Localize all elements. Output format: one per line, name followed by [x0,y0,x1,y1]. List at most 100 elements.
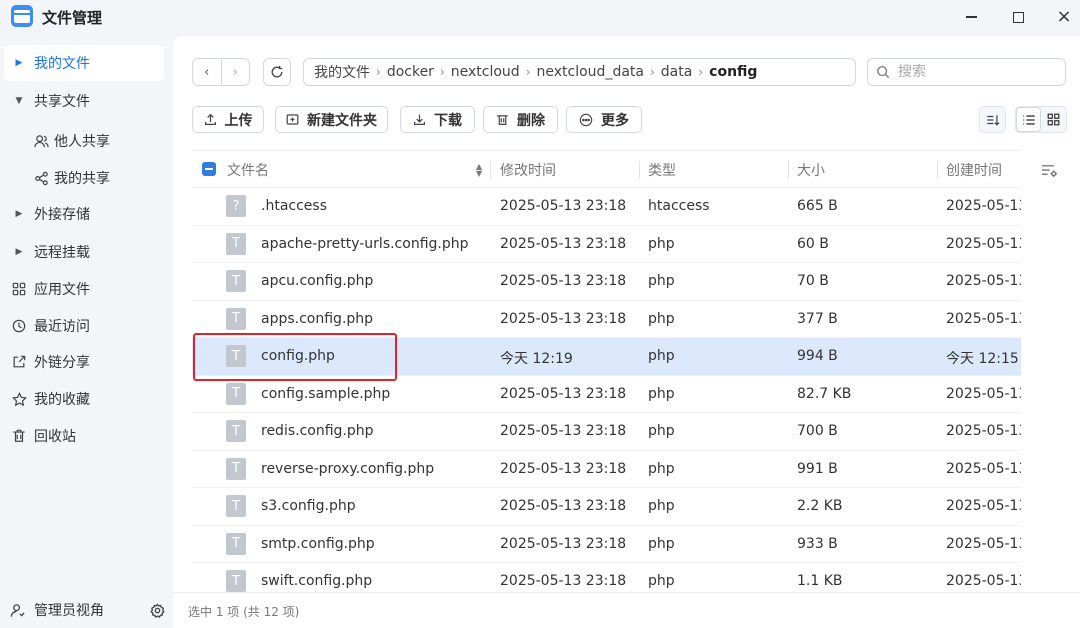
file-ctime: 2025-05-13 [946,198,1021,214]
file-size: 60 B [797,235,829,252]
upload-button[interactable]: 上传 [192,106,264,133]
text-file-icon: T [226,495,246,517]
header-ctime[interactable]: 创建时间 [946,160,1002,180]
header-size[interactable]: 大小 [797,160,825,180]
file-size: 1.1 KB [797,573,843,589]
minimize-button[interactable] [956,4,986,30]
forward-button[interactable]: › [220,59,250,85]
file-size: 70 B [797,273,829,289]
sidebar-item-remote-mount[interactable]: ▶ 远程挂载 [4,234,164,270]
text-file-icon: T [226,382,246,405]
column-divider[interactable] [937,161,938,179]
close-button[interactable]: × [1049,4,1079,30]
view-mode-toggle [1015,106,1067,133]
more-icon [579,113,593,126]
sidebar-item-label: 我的共享 [54,171,110,187]
table-row-selected[interactable]: T config.php 今天 12:19 php 994 B 今天 12:15 [192,338,1021,376]
file-ctime: 2025-05-13 [946,460,1021,477]
sidebar-item-app-files[interactable]: 应用文件 [4,271,164,307]
sidebar-item-shared-with-me[interactable]: 他人共享 [28,123,164,159]
download-icon [414,114,425,125]
sidebar-item-label: 共享文件 [34,94,90,110]
file-mtime: 2025-05-13 23:18 [500,423,627,439]
search-input[interactable] [898,64,1048,80]
maximize-icon [1012,11,1024,23]
text-file-icon: T [226,420,246,442]
file-name: apcu.config.php [261,273,374,289]
column-settings-button[interactable] [1041,163,1058,182]
breadcrumb: 我的文件 › docker › nextcloud › nextcloud_data ›… [303,58,856,86]
new-folder-label: 新建文件夹 [307,112,377,129]
sidebar-item-trash[interactable]: 回收站 [4,418,164,454]
table-row[interactable]: T smtp.config.php 2025-05-13 23:18 php 9… [192,526,1021,563]
minimize-icon [965,16,977,18]
trash-icon [4,429,34,443]
sidebar-item-favorites[interactable]: 我的收藏 [4,381,164,417]
column-divider[interactable] [490,161,491,179]
new-folder-button[interactable]: 新建文件夹 [275,106,388,133]
chevron-right-icon: › [649,65,655,79]
sidebar-item-external-storage[interactable]: ▶ 外接存储 [4,196,164,232]
back-button[interactable]: ‹ [193,59,221,85]
breadcrumb-item[interactable]: data [661,64,693,80]
caret-right-icon: ▶ [15,247,23,257]
apps-icon [4,282,34,296]
users-icon [28,134,54,149]
file-type: php [648,535,675,552]
breadcrumb-item[interactable]: 我的文件 [314,62,370,82]
sidebar-item-link-share[interactable]: 外链分享 [4,344,164,380]
table-row[interactable]: T config.sample.php 2025-05-13 23:18 php… [192,376,1021,413]
file-name: s3.config.php [261,498,356,514]
admin-view-toggle[interactable]: 管理员视角 [0,592,172,628]
chevron-right-icon: › [232,64,238,80]
grid-icon [1047,113,1060,126]
text-file-icon: T [226,570,246,592]
sidebar-item-my-shares[interactable]: 我的共享 [28,160,164,196]
table-row[interactable]: T redis.config.php 2025-05-13 23:18 php … [192,413,1021,451]
header-type[interactable]: 类型 [648,160,676,180]
header-name[interactable]: 文件名 [227,160,269,180]
list-view-button[interactable] [1016,107,1042,132]
chevron-left-icon: ‹ [204,64,210,80]
table-row[interactable]: ? .htaccess 2025-05-13 23:18 htaccess 66… [192,188,1021,226]
breadcrumb-current[interactable]: config [709,64,757,80]
header-mtime[interactable]: 修改时间 [500,160,556,180]
sidebar-item-label: 远程挂载 [34,245,90,261]
column-divider[interactable] [639,161,640,179]
text-file-icon: T [226,270,246,292]
table-row[interactable]: T swift.config.php 2025-05-13 23:18 php … [192,563,1021,592]
admin-icon [0,603,34,618]
breadcrumb-item[interactable]: docker [387,64,434,80]
trash-icon [497,115,508,125]
table-row[interactable]: T apcu.config.php 2025-05-13 23:18 php 7… [192,263,1021,301]
download-button[interactable]: 下载 [400,106,475,133]
file-ctime: 2025-05-13 [946,273,1021,289]
table-row[interactable]: T reverse-proxy.config.php 2025-05-13 23… [192,451,1021,488]
file-type: php [648,573,675,589]
table-row[interactable]: T apache-pretty-urls.config.php 2025-05-… [192,226,1021,263]
file-name: .htaccess [261,198,327,214]
sidebar-item-my-files[interactable]: ▶ 我的文件 [4,45,164,81]
sidebar-item-recent[interactable]: 最近访问 [4,308,164,344]
refresh-button[interactable] [263,58,291,86]
share-icon [28,171,54,186]
select-all-checkbox[interactable] [202,162,216,176]
sidebar-item-shared-files[interactable]: ▼ 共享文件 [4,83,164,119]
table-row[interactable]: T s3.config.php 2025-05-13 23:18 php 2.2… [192,488,1021,526]
breadcrumb-item[interactable]: nextcloud_data [537,64,644,80]
file-type: php [648,498,675,514]
maximize-button[interactable] [1003,4,1033,30]
column-divider[interactable] [788,161,789,179]
grid-view-button[interactable] [1041,107,1066,132]
file-ctime: 2025-05-13 [946,535,1021,552]
breadcrumb-item[interactable]: nextcloud [451,64,520,80]
delete-button[interactable]: 删除 [483,106,558,133]
sidebar-item-label: 我的收藏 [34,392,90,408]
more-button[interactable]: 更多 [566,106,642,133]
sort-button[interactable] [979,106,1006,133]
sidebar-item-label: 最近访问 [34,319,90,335]
file-ctime: 2025-05-13 [946,573,1021,589]
file-size: 700 B [797,423,838,439]
gear-icon[interactable] [142,602,172,618]
table-row[interactable]: T apps.config.php 2025-05-13 23:18 php 3… [192,301,1021,338]
